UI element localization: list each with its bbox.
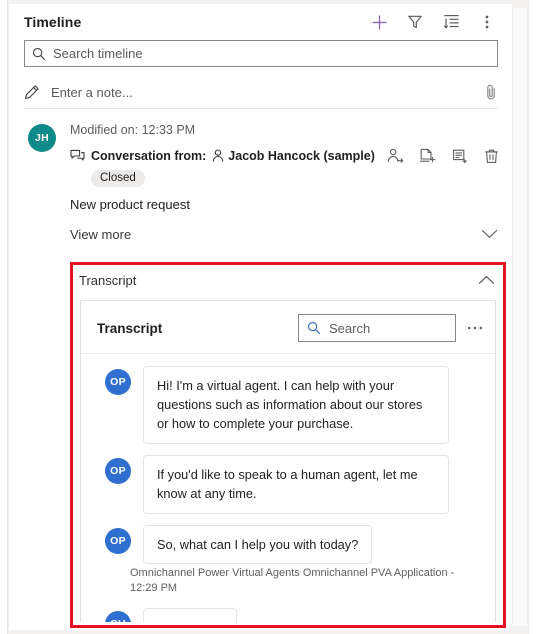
person-icon: [212, 149, 224, 162]
paperclip-icon[interactable]: [484, 83, 498, 101]
view-more-label: View more: [70, 226, 132, 242]
add-note-icon[interactable]: [451, 147, 468, 164]
conversation-from-label: Conversation from:: [91, 148, 207, 163]
list-item: OP If you'd like to speak to a human age…: [81, 455, 495, 514]
timeline-header-actions: [368, 11, 498, 33]
left-page-edge: [0, 0, 8, 634]
modified-on-label: Modified on: 12:33 PM: [70, 123, 196, 137]
chevron-up-icon[interactable]: [478, 275, 495, 285]
message-bubble: If you'd like to speak to a human agent,…: [143, 455, 449, 514]
message-bubble: Hi! I'm a virtual agent. I can help with…: [143, 366, 449, 444]
message-meta: Omnichannel Power Virtual Agents Omnicha…: [130, 567, 455, 594]
transcript-search-placeholder: Search: [329, 320, 371, 336]
transcript-card: Transcript Search OP Hi! I'm a virtual a…: [80, 300, 496, 622]
status-badge: Closed: [91, 170, 145, 187]
convert-to-case-icon[interactable]: [419, 147, 436, 164]
right-page-edge: [528, 0, 536, 634]
search-placeholder: Search timeline: [53, 46, 143, 61]
note-placeholder: Enter a note...: [51, 84, 133, 100]
message-bubble: Store hours: [143, 608, 238, 622]
pencil-icon: [24, 84, 40, 100]
status-badge-row: Closed: [70, 169, 502, 187]
timeline-header: Timeline: [9, 4, 512, 40]
search-icon: [32, 47, 46, 61]
more-horizontal-icon[interactable]: [467, 320, 483, 336]
entry-action-icons: [387, 147, 502, 164]
list-item: CU Store hours: [81, 608, 495, 622]
assign-person-icon[interactable]: [387, 147, 404, 164]
search-icon: [307, 321, 321, 335]
transcript-card-header: Transcript Search: [81, 301, 495, 354]
conversation-icon: [70, 149, 85, 163]
conversation-person-name[interactable]: Jacob Hancock (sample): [228, 149, 375, 163]
transcript-card-title: Transcript: [97, 320, 163, 336]
search-input[interactable]: Search timeline: [24, 40, 498, 67]
avatar: JH: [28, 124, 56, 152]
timeline-entry-card: Modified on: 12:33 PM Conversation from:: [70, 121, 512, 244]
avatar: OP: [105, 369, 131, 395]
message-bubble: So, what can I help you with today?: [143, 525, 373, 564]
sort-descending-icon[interactable]: [440, 11, 462, 33]
view-more-button[interactable]: View more: [70, 224, 502, 244]
avatar: OP: [105, 528, 131, 554]
screenshot-root: Timeline Search timeline Enter a note...…: [0, 0, 536, 634]
transcript-section-header[interactable]: Transcript: [73, 265, 503, 295]
note-input-row[interactable]: Enter a note...: [24, 76, 498, 109]
chevron-down-icon: [481, 229, 502, 239]
avatar: OP: [105, 458, 131, 484]
entry-subject: New product request: [70, 197, 190, 212]
vertical-scrollbar[interactable]: [512, 8, 528, 626]
transcript-message-list: OP Hi! I'm a virtual agent. I can help w…: [81, 354, 495, 622]
search-timeline-row: Search timeline: [9, 40, 512, 67]
page-title: Timeline: [24, 14, 82, 30]
plus-icon[interactable]: [368, 11, 390, 33]
funnel-icon[interactable]: [404, 11, 426, 33]
avatar: CU: [105, 611, 131, 622]
more-vertical-icon[interactable]: [476, 11, 498, 33]
transcript-section: Transcript Transcript Search OP Hi! I'm …: [73, 265, 503, 625]
conversation-header-row: Conversation from: Jacob Hancock (sample…: [70, 147, 502, 164]
list-item: OP Hi! I'm a virtual agent. I can help w…: [81, 366, 495, 444]
trash-icon[interactable]: [483, 147, 500, 164]
timeline-entry[interactable]: JH Modified on: 12:33 PM Conversation fr…: [9, 121, 512, 244]
transcript-search-input[interactable]: Search: [298, 314, 456, 342]
list-item: OP So, what can I help you with today?: [81, 525, 495, 564]
transcript-section-label: Transcript: [79, 272, 137, 288]
